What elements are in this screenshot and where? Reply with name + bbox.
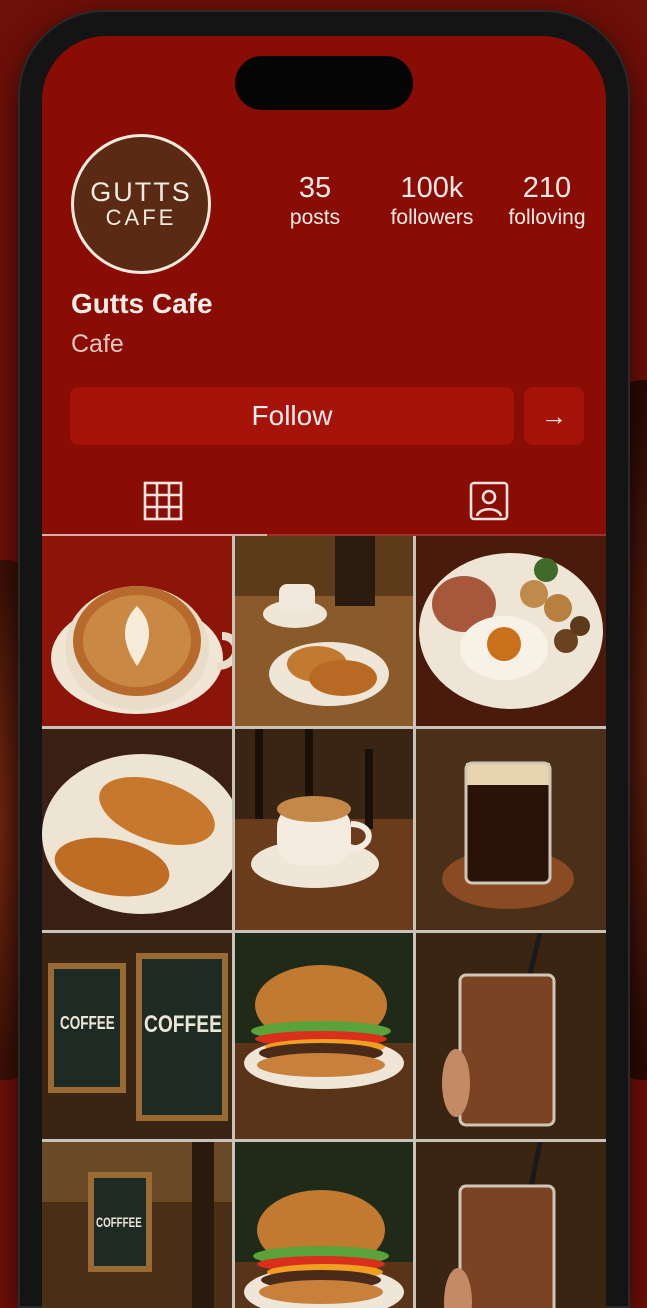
posts-count: 35 — [298, 172, 332, 204]
arrow-right-button[interactable]: → — [524, 387, 584, 445]
avatar[interactable]: GUTTS CAFE — [71, 134, 211, 274]
profile-screen: GUTTS CAFE 35 posts 100k followers 210 f… — [42, 36, 606, 1308]
followers-label: followers — [390, 206, 474, 229]
dynamic-island — [235, 56, 413, 110]
following-stat[interactable]: 210 folloving — [497, 171, 597, 231]
tab-posts-grid[interactable] — [142, 480, 184, 522]
avatar-text-line2: CAFE — [105, 205, 177, 230]
phone-frame: GUTTS CAFE 35 posts 100k followers 210 f… — [18, 10, 630, 1308]
post-thumbnail[interactable] — [42, 536, 232, 726]
posts-label: posts — [289, 206, 341, 229]
post-thumbnail[interactable] — [416, 729, 606, 930]
coffee-croissants-image — [235, 536, 413, 726]
grid-icon — [143, 481, 183, 521]
post-thumbnail[interactable] — [235, 536, 413, 726]
arrow-right-icon: → — [541, 400, 567, 431]
post-thumbnail[interactable] — [416, 536, 606, 726]
iced-americano-image — [416, 729, 606, 930]
tagged-icon — [469, 481, 509, 521]
following-count: 210 — [522, 172, 572, 204]
post-thumbnail[interactable]: COFFEE COFFEE — [42, 933, 232, 1139]
profile-name: Gutts Cafe — [71, 288, 213, 319]
tab-tagged[interactable] — [468, 480, 510, 522]
iced-latte-image — [416, 1142, 606, 1308]
following-label: folloving — [508, 206, 586, 229]
croissants-image — [42, 729, 232, 930]
burger-image — [235, 1142, 413, 1308]
posts-grid: COFFEE COFFEE COFFFEE — [42, 536, 606, 1308]
post-thumbnail[interactable] — [42, 729, 232, 930]
post-thumbnail[interactable] — [416, 933, 606, 1139]
sign-text: COFFEE — [144, 1011, 222, 1038]
post-thumbnail[interactable] — [235, 1142, 413, 1308]
iced-latte-image — [416, 933, 606, 1139]
sign-text: COFFEE — [60, 1013, 115, 1033]
post-thumbnail[interactable] — [235, 933, 413, 1139]
burger-image — [235, 933, 413, 1139]
follow-button[interactable]: Follow — [70, 387, 514, 445]
breakfast-plate-image — [416, 536, 606, 726]
post-thumbnail[interactable]: COFFFEE — [42, 1142, 232, 1308]
profile-category: Cafe — [71, 330, 124, 358]
latte-art-image — [42, 536, 232, 726]
coffee-cup-image — [235, 729, 413, 930]
followers-stat[interactable]: 100k followers — [376, 171, 488, 231]
posts-stat[interactable]: 35 posts — [272, 171, 358, 231]
sign-text: COFFFEE — [96, 1214, 142, 1230]
followers-count: 100k — [400, 172, 464, 204]
avatar-text-line1: GUTTS — [90, 177, 192, 207]
post-thumbnail[interactable] — [416, 1142, 606, 1308]
post-thumbnail[interactable] — [235, 729, 413, 930]
